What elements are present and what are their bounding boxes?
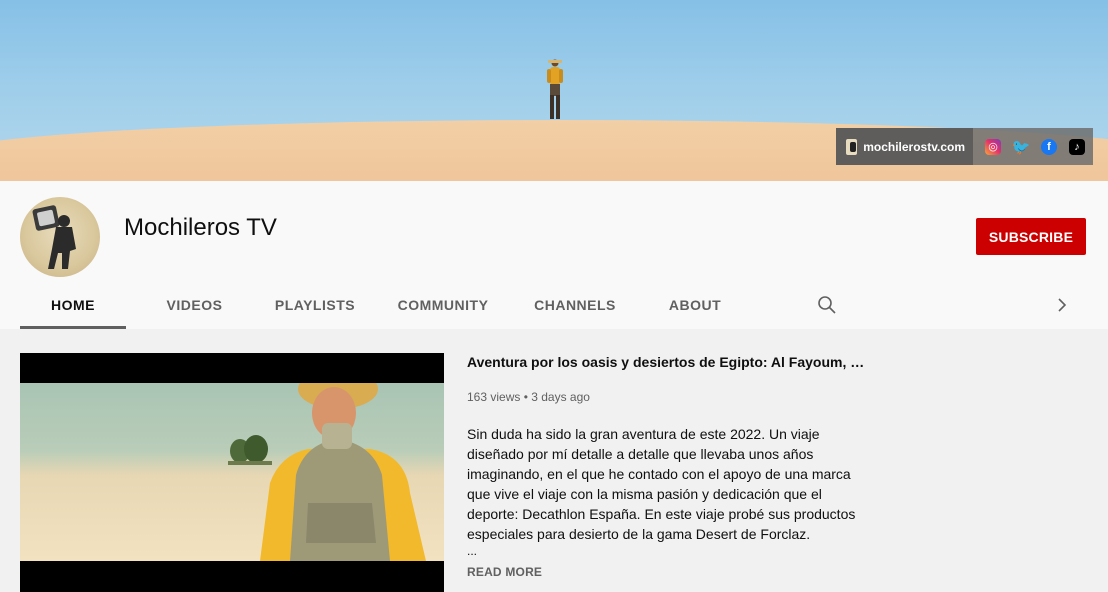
tabs-next-button[interactable]	[1050, 281, 1074, 329]
channel-name: Mochileros TV	[124, 214, 277, 241]
tiktok-icon[interactable]: ♪	[1069, 138, 1085, 155]
chevron-right-icon	[1058, 298, 1067, 312]
description-ellipsis: ...	[467, 544, 478, 558]
video-thumbnail-scene	[20, 383, 444, 561]
channel-avatar[interactable]	[20, 197, 100, 277]
tab-channels[interactable]: CHANNELS	[519, 281, 631, 329]
hiker-figure	[547, 59, 563, 119]
website-link[interactable]: mochilerostv.com	[836, 128, 973, 165]
featured-video-section: Aventura por los oasis y desiertos de Eg…	[0, 329, 1108, 592]
channel-header: Mochileros TV SUBSCRIBE HOME VIDEOS PLAY…	[0, 181, 1108, 329]
mochileros-logo-icon	[846, 138, 858, 155]
tab-home[interactable]: HOME	[20, 281, 126, 329]
featured-video-title[interactable]: Aventura por los oasis y desiertos de Eg…	[467, 354, 867, 370]
instagram-icon[interactable]: ◎	[985, 138, 1001, 155]
website-label: mochilerostv.com	[863, 139, 965, 154]
tab-community[interactable]: COMMUNITY	[379, 281, 507, 329]
featured-video-player[interactable]	[20, 353, 444, 592]
channel-tabs: HOME VIDEOS PLAYLISTS COMMUNITY CHANNELS…	[20, 281, 747, 329]
subscribe-button[interactable]: SUBSCRIBE	[976, 218, 1086, 255]
traveler-figure	[260, 383, 426, 561]
tab-videos[interactable]: VIDEOS	[138, 281, 251, 329]
tab-playlists[interactable]: PLAYLISTS	[263, 281, 367, 329]
channel-banner: mochilerostv.com ◎ 🐦 f ♪	[0, 0, 1108, 181]
facebook-icon[interactable]: f	[1041, 138, 1057, 155]
twitter-icon[interactable]: 🐦	[1012, 139, 1031, 156]
banner-links: mochilerostv.com ◎ 🐦 f ♪	[836, 128, 1093, 165]
featured-video-meta: 163 views • 3 days ago	[467, 390, 590, 404]
search-icon	[818, 296, 836, 314]
featured-video-description: Sin duda ha sido la gran aventura de est…	[467, 426, 856, 542]
tab-about[interactable]: ABOUT	[643, 281, 747, 329]
channel-search-button[interactable]	[806, 281, 848, 329]
read-more-button[interactable]: READ MORE	[467, 565, 542, 579]
backpacker-logo-icon	[32, 205, 76, 269]
